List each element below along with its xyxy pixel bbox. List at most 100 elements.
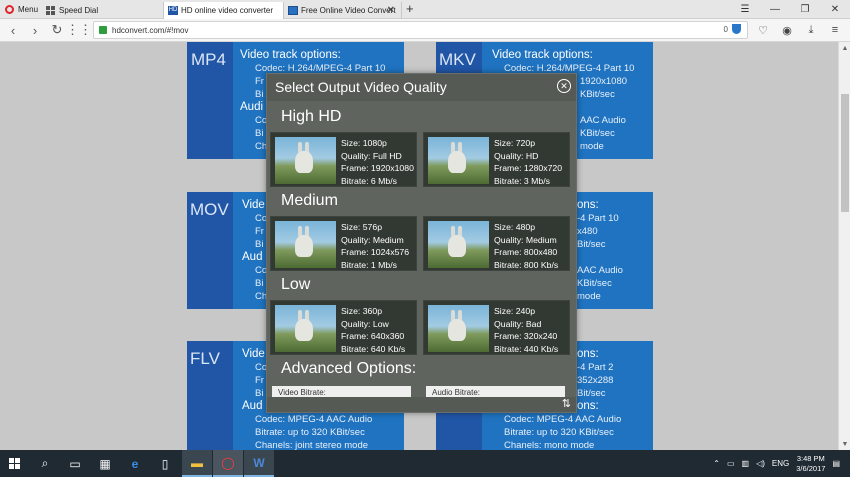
back-arrow-icon[interactable]: ‹ (4, 21, 22, 39)
start-button[interactable] (0, 450, 30, 477)
section-heading: Low (281, 276, 311, 293)
card-line: mode (580, 141, 604, 152)
card-line: Fr (255, 226, 264, 237)
section-heading: Medium (281, 192, 338, 209)
reload-icon[interactable]: ↻ (48, 21, 66, 39)
site-favicon-icon (288, 6, 298, 15)
system-tray: ⌃ ▭ ▥ ◁) ENG 3:48 PM 3/6/2017 ▤ (713, 450, 850, 477)
chevron-up-icon[interactable]: ⌃ (713, 459, 720, 468)
quality-option-720p[interactable]: Size: 720p Quality: HD Frame: 1280x720 B… (423, 132, 570, 187)
option-frame: Frame: 640x360 (341, 331, 405, 341)
quality-option-240p[interactable]: Size: 240p Quality: Bad Frame: 320x240 B… (423, 300, 570, 355)
close-window-icon[interactable]: ✕ (820, 0, 850, 19)
heart-icon[interactable]: ♡ (754, 21, 772, 39)
card-line: mode (577, 291, 601, 302)
option-size: Size: 1080p (341, 138, 387, 148)
option-quality: Quality: Medium (494, 234, 557, 245)
option-info: Size: 480p Quality: Medium Frame: 800x48… (494, 221, 558, 271)
video-thumbnail (275, 305, 336, 352)
card-line: Bi (255, 388, 264, 399)
format-label: MP4 (191, 50, 226, 69)
notifications-icon[interactable]: ▤ (832, 459, 840, 468)
card-line: Vide (242, 348, 265, 360)
store-icon[interactable]: ▦ (90, 450, 120, 477)
option-bitrate: Bitrate: 640 Kb/s (341, 343, 406, 354)
tab-close-icon[interactable]: ✕ (387, 5, 395, 16)
word-icon[interactable]: W (244, 450, 274, 477)
edge-browser-icon[interactable]: e (120, 450, 150, 477)
download-icon[interactable]: ⤓ (802, 21, 820, 39)
opera-logo-icon (5, 5, 14, 14)
notepad-icon[interactable]: ▯ (150, 450, 180, 477)
card-line: Bitrate: up to 320 KBit/sec (504, 427, 614, 438)
card-line: ons: (577, 400, 599, 412)
scroll-up-icon[interactable]: ▲ (839, 42, 850, 54)
card-line: Bi (255, 128, 264, 139)
maximize-icon[interactable]: ❐ (790, 0, 820, 19)
opera-browser-icon[interactable]: ◯ (213, 450, 243, 477)
option-frame: Frame: 1280x720 (494, 163, 563, 173)
option-frame: Frame: 800x480 (494, 247, 558, 257)
task-view-icon[interactable]: ▭ (60, 450, 90, 477)
scroll-thumb[interactable] (841, 94, 849, 212)
option-bitrate: Bitrate: 6 Mb/s (341, 175, 398, 186)
section-heading: High HD (281, 108, 342, 125)
speed-dial-grid-icon[interactable]: ⋮⋮ (66, 21, 92, 39)
dialog-body: High HD Size: 1080p Quality: Full HD Fra… (267, 101, 576, 397)
file-explorer-icon[interactable]: ▬ (182, 450, 212, 477)
clock[interactable]: 3:48 PM 3/6/2017 (796, 454, 825, 474)
option-quality: Quality: Medium (341, 234, 404, 245)
network-icon[interactable]: ▥ (742, 459, 750, 468)
search-icon[interactable]: ⌕ (30, 450, 60, 477)
quality-option-576p[interactable]: Size: 576p Quality: Medium Frame: 1024x5… (270, 216, 417, 271)
volume-icon[interactable]: ◁) (756, 459, 765, 468)
option-info: Size: 720p Quality: HD Frame: 1280x720 B… (494, 137, 562, 187)
card-line: ons: (577, 348, 599, 360)
card-line: Video track options: (492, 49, 593, 61)
clock-date: 3/6/2017 (796, 463, 826, 473)
option-quality: Quality: Low (341, 318, 389, 329)
option-size: Size: 720p (494, 138, 536, 148)
option-frame: Frame: 1024x576 (341, 247, 410, 257)
scroll-down-icon[interactable]: ▼ (839, 438, 850, 450)
option-info: Size: 1080p Quality: Full HD Frame: 1920… (341, 137, 414, 187)
option-quality: Quality: Bad (494, 318, 542, 329)
card-line: Bit/sec (577, 388, 606, 399)
url-input[interactable]: hdconvert.com/#!mov 0 (93, 21, 748, 39)
card-line: Fr (255, 375, 264, 386)
card-line: Codec: MPEG-4 AAC Audio (504, 414, 622, 425)
card-line: Audi (240, 101, 264, 113)
quality-option-480p[interactable]: Size: 480p Quality: Medium Frame: 800x48… (423, 216, 570, 271)
card-line: Bit/sec (577, 239, 606, 250)
camera-icon[interactable]: ◉ (778, 21, 796, 39)
input-language[interactable]: ENG (772, 459, 789, 468)
close-icon[interactable]: ✕ (557, 79, 571, 93)
window-controls: ☰ — ❐ ✕ (730, 0, 850, 19)
forward-arrow-icon[interactable]: › (26, 21, 44, 39)
format-label: FLV (190, 349, 220, 368)
quality-option-1080p[interactable]: Size: 1080p Quality: Full HD Frame: 1920… (270, 132, 417, 187)
hamburger-icon[interactable]: ≡ (826, 21, 844, 39)
tab-menu-icon[interactable]: ☰ (730, 0, 760, 19)
shield-icon[interactable] (732, 24, 741, 34)
option-bitrate: Bitrate: 440 Kb/s (494, 343, 559, 354)
minimize-icon[interactable]: — (760, 0, 790, 19)
quality-dialog: Select Output Video Quality ✕ High HD Si… (266, 73, 577, 413)
browser-tab-bar: Menu Speed Dial HD HD online video conve… (0, 0, 850, 19)
option-size: Size: 480p (494, 222, 536, 232)
option-frame: Frame: 320x240 (494, 331, 558, 341)
dialog-title: Select Output Video Quality (275, 79, 447, 95)
card-line: Fr (255, 76, 264, 87)
video-thumbnail (428, 221, 489, 268)
sort-arrows-icon[interactable]: ⇅ (562, 397, 571, 410)
tab-hd-converter[interactable]: HD HD online video converter (164, 2, 284, 19)
quality-option-360p[interactable]: Size: 360p Quality: Low Frame: 640x360 B… (270, 300, 417, 355)
card-line: -4 Part 10 (577, 213, 619, 224)
page-scrollbar[interactable]: ▲ ▼ (838, 42, 850, 450)
tab-free-video-converter[interactable]: Free Online Video Convert ✕ (284, 2, 402, 19)
opera-menu-button[interactable]: Menu (0, 0, 42, 19)
battery-icon[interactable]: ▭ (727, 459, 735, 468)
new-tab-icon[interactable]: + (406, 1, 414, 16)
tab-speed-dial[interactable]: Speed Dial (42, 2, 164, 19)
tab-title: Speed Dial (59, 6, 99, 15)
